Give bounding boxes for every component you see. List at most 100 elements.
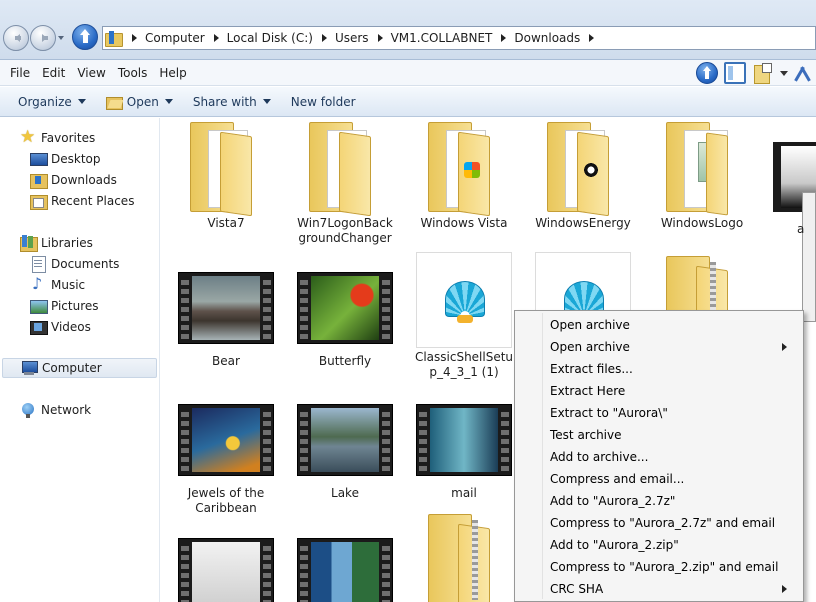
- menu-item-label: Test archive: [550, 428, 622, 442]
- documents-icon: [30, 256, 46, 273]
- file-label: Windows Vista: [420, 216, 508, 230]
- chevron-right-icon[interactable]: [317, 31, 331, 45]
- menu-item-extract-to[interactable]: Extract to "Aurora\": [517, 402, 801, 424]
- menu-view[interactable]: View: [71, 66, 111, 80]
- chevron-right-icon[interactable]: [209, 31, 223, 45]
- breadcrumb-users[interactable]: Users: [331, 31, 373, 45]
- sidebar-item-pictures[interactable]: Pictures: [30, 296, 99, 316]
- organize-button[interactable]: Organize: [8, 87, 96, 117]
- file-item-vista7[interactable]: Vista7: [171, 118, 281, 231]
- file-item-windows-vista[interactable]: Windows Vista: [409, 118, 519, 231]
- file-item-lake[interactable]: Lake: [290, 388, 400, 501]
- menu-edit[interactable]: Edit: [36, 66, 71, 80]
- chevron-right-icon[interactable]: [496, 31, 510, 45]
- submenu-arrow-icon: [782, 343, 791, 351]
- chevron-right-icon[interactable]: [127, 31, 141, 45]
- sidebar-item-libraries[interactable]: Libraries: [20, 233, 93, 253]
- menu-item-label: Add to "Aurora_2.zip": [550, 538, 679, 552]
- address-bar: Computer Local Disk (C:) Users VM1.COLLA…: [0, 0, 816, 60]
- sidebar-item-network[interactable]: Network: [20, 400, 91, 420]
- back-button[interactable]: [3, 25, 29, 51]
- sidebar-label: Desktop: [51, 152, 101, 166]
- video-icon: [297, 522, 393, 602]
- file-item-server-video[interactable]: [171, 522, 281, 602]
- sidebar-item-music[interactable]: Music: [30, 274, 85, 295]
- file-label: Butterfly: [318, 354, 372, 368]
- sidebar-label: Documents: [51, 257, 120, 271]
- open-button[interactable]: Open: [96, 87, 183, 117]
- file-item-bear[interactable]: Bear: [171, 256, 281, 369]
- back-arrow-icon: [11, 34, 21, 42]
- menu-item-label: Compress and email...: [550, 472, 685, 486]
- sidebar-item-computer[interactable]: Computer: [2, 358, 157, 378]
- menu-item-open-archive-submenu[interactable]: Open archive: [517, 336, 801, 358]
- menu-item-compress-zip-email[interactable]: Compress to "Aurora_2.zip" and email: [517, 556, 801, 578]
- breadcrumb-user[interactable]: VM1.COLLABNET: [387, 31, 497, 45]
- sidebar-item-favorites[interactable]: Favorites: [20, 127, 95, 148]
- file-item-windowslogo[interactable]: WindowsLogo: [647, 118, 757, 231]
- file-label: Lake: [331, 486, 359, 500]
- menu-help[interactable]: Help: [153, 66, 192, 80]
- file-item-zip-2[interactable]: [409, 510, 519, 602]
- up-arrow-icon[interactable]: [696, 62, 718, 84]
- sidebar-item-videos[interactable]: Videos: [30, 317, 91, 337]
- computer-icon: [21, 360, 38, 376]
- sidebar-item-recent-places[interactable]: Recent Places: [30, 191, 134, 211]
- sidebar-item-desktop[interactable]: Desktop: [30, 149, 101, 169]
- menu-item-test-archive[interactable]: Test archive: [517, 424, 801, 446]
- breadcrumb[interactable]: Computer Local Disk (C:) Users VM1.COLLA…: [102, 26, 816, 50]
- shell-icon: [416, 252, 512, 348]
- breadcrumb-downloads[interactable]: Downloads: [510, 31, 584, 45]
- file-label: Jewels of the Caribbean: [187, 486, 265, 515]
- sidebar-label: Downloads: [51, 173, 117, 187]
- menu-item-crc-sha[interactable]: CRC SHA: [517, 578, 801, 600]
- menu-item-extract-files[interactable]: Extract files...: [517, 358, 801, 380]
- up-level-button[interactable]: [72, 24, 98, 50]
- file-item-mail[interactable]: mail: [409, 388, 519, 501]
- file-item-jewels[interactable]: Jewels of the Caribbean: [171, 388, 281, 516]
- chevron-down-icon: [164, 99, 173, 108]
- menu-item-label: Compress to "Aurora_2.7z" and email: [550, 516, 776, 530]
- menu-item-label: Open archive: [550, 340, 630, 354]
- menu-item-add-to-zip[interactable]: Add to "Aurora_2.zip": [517, 534, 801, 556]
- menu-item-add-to-archive[interactable]: Add to archive...: [517, 446, 801, 468]
- preview-pane-icon[interactable]: [724, 62, 746, 84]
- breadcrumb-computer[interactable]: Computer: [141, 31, 209, 45]
- recent-places-icon: [30, 193, 48, 210]
- chevron-down-icon[interactable]: [780, 62, 788, 84]
- menu-item-extract-here[interactable]: Extract Here: [517, 380, 801, 402]
- sidebar-item-downloads[interactable]: Downloads: [30, 170, 117, 190]
- menu-item-compress-and-email[interactable]: Compress and email...: [517, 468, 801, 490]
- recent-pages-dropdown-icon[interactable]: [58, 36, 64, 43]
- menu-item-label: Compress to "Aurora_2.zip" and email: [550, 560, 779, 574]
- scissors-icon[interactable]: [794, 62, 816, 84]
- video-icon: [178, 388, 274, 484]
- command-bar: Organize Open Share with New folder: [0, 87, 816, 117]
- menu-item-compress-7z-email[interactable]: Compress to "Aurora_2.7z" and email: [517, 512, 801, 534]
- file-item-classicshell[interactable]: ClassicShellSetup_4_3_1 (1): [409, 252, 519, 380]
- chevron-right-icon[interactable]: [373, 31, 387, 45]
- checklist-icon[interactable]: [752, 62, 774, 84]
- sidebar-item-documents[interactable]: Documents: [30, 254, 119, 274]
- submenu-arrow-icon: [782, 585, 791, 593]
- file-item-desktop-video[interactable]: [290, 522, 400, 602]
- sidebar-label: Network: [41, 403, 92, 417]
- menu-item-open-archive[interactable]: Open archive: [517, 314, 801, 336]
- zip-folder-icon: [416, 510, 512, 602]
- chevron-down-icon: [77, 99, 86, 108]
- menu-file[interactable]: File: [4, 66, 36, 80]
- menu-tools[interactable]: Tools: [112, 66, 154, 80]
- menu-item-add-to-7z[interactable]: Add to "Aurora_2.7z": [517, 490, 801, 512]
- file-item-butterfly[interactable]: Butterfly: [290, 256, 400, 369]
- network-icon: [20, 402, 36, 418]
- file-item-windowsenergy[interactable]: WindowsEnergy: [528, 118, 638, 231]
- share-with-button[interactable]: Share with: [183, 87, 281, 117]
- breadcrumb-local-disk[interactable]: Local Disk (C:): [223, 31, 317, 45]
- new-folder-button[interactable]: New folder: [281, 87, 366, 117]
- file-item-win7logon[interactable]: Win7LogonBackgroundChanger: [290, 118, 400, 246]
- chevron-right-icon[interactable]: [584, 31, 598, 45]
- chevron-down-icon: [262, 99, 271, 108]
- file-label: ClassicShellSetup_4_3_1 (1): [414, 350, 514, 379]
- forward-button[interactable]: [30, 25, 56, 51]
- file-label: WindowsEnergy: [535, 216, 631, 230]
